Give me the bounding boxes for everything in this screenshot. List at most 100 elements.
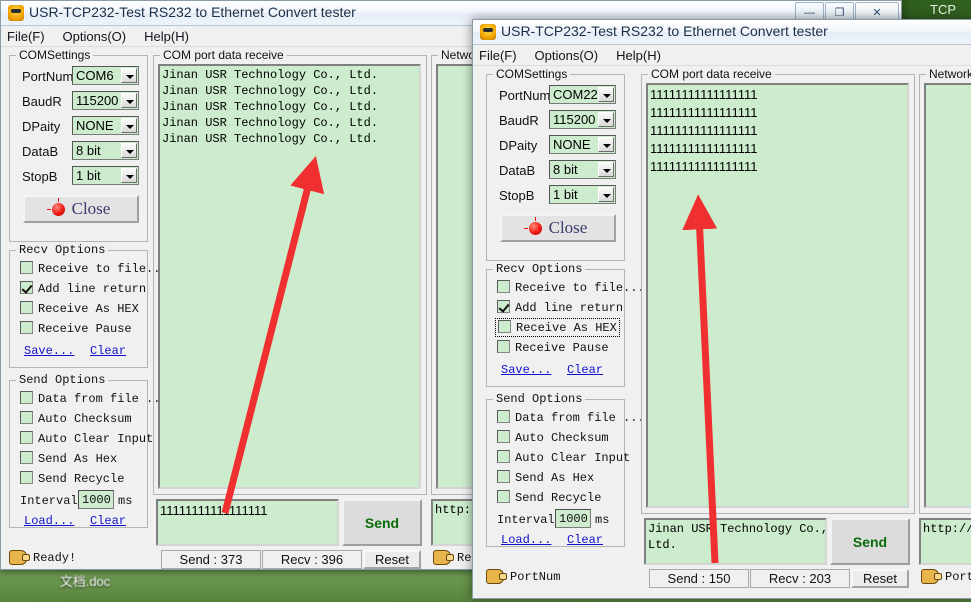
send-button-label: Send xyxy=(365,515,399,531)
checkbox-send-recycle[interactable]: Send Recycle xyxy=(497,490,601,505)
checkbox-label: Auto Clear Input xyxy=(38,432,153,446)
combo-datab[interactable]: 8 bit xyxy=(549,160,616,179)
link-send-load[interactable]: Load... xyxy=(501,533,551,547)
checkbox-add-line-return[interactable]: Add line return xyxy=(20,281,146,296)
combo-datab[interactable]: 8 bit xyxy=(72,141,139,160)
input-interval-value: 1000 xyxy=(82,493,111,507)
pointing-hand-icon xyxy=(9,550,27,565)
input-interval[interactable]: 1000 xyxy=(555,509,591,528)
combo-stopb[interactable]: 1 bit xyxy=(549,185,616,204)
menu-options[interactable]: Options(O) xyxy=(535,48,599,63)
checkbox-auto-checksum[interactable]: Auto Checksum xyxy=(497,430,609,445)
checkbox-receive-as-hex[interactable]: Receive As HEX xyxy=(497,320,618,335)
checkbox-data-from-file[interactable]: Data from file ... xyxy=(497,410,645,425)
label-interval-unit: ms xyxy=(118,494,132,508)
window-right-usr-tcp232-test[interactable]: USR-TCP232-Test RS232 to Ethernet Conver… xyxy=(472,19,971,599)
network-url-text: http://en xyxy=(923,521,971,537)
label-dpaity: DPaity xyxy=(499,138,537,153)
status-text-right-network: PortN xyxy=(945,570,971,584)
send-input-value: Jinan USR Technology Co., Ltd. xyxy=(648,521,823,553)
background-window-tab-tcp-label[interactable]: TCP xyxy=(930,2,956,17)
chevron-down-icon[interactable] xyxy=(121,143,137,158)
checkbox-label: Send Recycle xyxy=(515,491,601,505)
combo-stopb-value: 1 bit xyxy=(76,168,101,183)
open-close-port-button[interactable]: Close xyxy=(23,195,139,223)
label-interval: Interval xyxy=(497,513,555,527)
checkbox-box-icon xyxy=(498,320,511,333)
link-recv-clear[interactable]: Clear xyxy=(90,344,126,358)
checkbox-add-line-return[interactable]: Add line return xyxy=(497,300,623,315)
link-send-load[interactable]: Load... xyxy=(24,514,74,528)
send-button-left[interactable]: Send xyxy=(342,499,422,546)
chevron-down-icon[interactable] xyxy=(121,93,137,108)
label-baudr: BaudR xyxy=(22,94,62,109)
combo-baudr-value: 115200 xyxy=(553,112,595,127)
group-com-settings-left: COMSettings PortNum COM6 BaudR 115200 DP… xyxy=(9,55,148,242)
menu-file[interactable]: File(F) xyxy=(479,48,517,63)
counter-recv-right: Recv : 203 xyxy=(750,569,850,588)
combo-dpaity[interactable]: NONE xyxy=(72,116,139,135)
combo-portnum[interactable]: COM22 xyxy=(549,85,616,104)
network-send-input-right[interactable]: http://en xyxy=(919,518,971,565)
reset-button-left[interactable]: Reset xyxy=(363,550,421,569)
chevron-down-icon[interactable] xyxy=(598,112,614,127)
pointing-hand-icon xyxy=(433,550,451,565)
combo-baudr[interactable]: 115200 xyxy=(549,110,616,129)
chevron-down-icon[interactable] xyxy=(121,118,137,133)
label-stopb: StopB xyxy=(22,169,57,184)
checkbox-receive-as-hex[interactable]: Receive As HEX xyxy=(20,301,139,316)
link-recv-clear[interactable]: Clear xyxy=(567,363,603,377)
app-icon xyxy=(480,24,496,40)
group-send-options-right: Send Options Data from file ... Auto Che… xyxy=(486,399,625,547)
combo-stopb[interactable]: 1 bit xyxy=(72,166,139,185)
checkbox-receive-to-file[interactable]: Receive to file... xyxy=(20,261,168,276)
link-send-clear[interactable]: Clear xyxy=(90,514,126,528)
com-receive-text: Jinan USR Technology Co., Ltd. Jinan USR… xyxy=(162,67,417,147)
reset-button-right[interactable]: Reset xyxy=(851,569,909,588)
open-close-port-label: Close xyxy=(72,199,111,219)
input-interval[interactable]: 1000 xyxy=(78,490,114,509)
send-button-right[interactable]: Send xyxy=(830,518,910,565)
checkbox-auto-clear-input[interactable]: Auto Clear Input xyxy=(497,450,630,465)
menu-help[interactable]: Help(H) xyxy=(616,48,661,63)
chevron-down-icon[interactable] xyxy=(598,87,614,102)
menu-bar-right[interactable]: File(F) Options(O) Help(H) xyxy=(473,45,971,66)
com-receive-textarea[interactable]: Jinan USR Technology Co., Ltd. Jinan USR… xyxy=(158,64,421,489)
menu-file[interactable]: File(F) xyxy=(7,29,45,44)
link-send-clear[interactable]: Clear xyxy=(567,533,603,547)
combo-portnum[interactable]: COM6 xyxy=(72,66,139,85)
send-input-right[interactable]: Jinan USR Technology Co., Ltd. xyxy=(644,518,827,565)
checkbox-label: Receive to file... xyxy=(515,281,645,295)
chevron-down-icon[interactable] xyxy=(121,68,137,83)
open-close-port-button[interactable]: Close xyxy=(500,214,616,242)
checkbox-data-from-file[interactable]: Data from file ... xyxy=(20,391,168,406)
combo-baudr[interactable]: 115200 xyxy=(72,91,139,110)
combo-dpaity[interactable]: NONE xyxy=(549,135,616,154)
menu-options[interactable]: Options(O) xyxy=(63,29,127,44)
checkbox-receive-to-file[interactable]: Receive to file... xyxy=(497,280,645,295)
send-input-left[interactable]: 11111111111111111 xyxy=(156,499,339,546)
chevron-down-icon[interactable] xyxy=(598,137,614,152)
link-recv-save[interactable]: Save... xyxy=(501,363,551,377)
checkbox-label: Receive As HEX xyxy=(516,321,617,335)
checkbox-auto-clear-input[interactable]: Auto Clear Input xyxy=(20,431,153,446)
checkbox-receive-pause[interactable]: Receive Pause xyxy=(497,340,609,355)
checkbox-auto-checksum[interactable]: Auto Checksum xyxy=(20,411,132,426)
chevron-down-icon[interactable] xyxy=(598,187,614,202)
link-recv-save[interactable]: Save... xyxy=(24,344,74,358)
checkbox-label: Auto Checksum xyxy=(38,412,132,426)
network-receive-textarea[interactable] xyxy=(924,83,971,508)
checkbox-send-as-hex[interactable]: Send As Hex xyxy=(20,451,117,466)
checkbox-label: Receive As HEX xyxy=(38,302,139,316)
menu-help[interactable]: Help(H) xyxy=(144,29,189,44)
title-bar-right[interactable]: USR-TCP232-Test RS232 to Ethernet Conver… xyxy=(473,20,971,45)
label-datab: DataB xyxy=(499,163,535,178)
status-text-right: PortNum xyxy=(510,570,560,584)
checkbox-box-icon xyxy=(497,470,510,483)
com-receive-textarea[interactable]: 11111111111111111 11111111111111111 1111… xyxy=(646,83,909,508)
checkbox-send-recycle[interactable]: Send Recycle xyxy=(20,471,124,486)
checkbox-receive-pause[interactable]: Receive Pause xyxy=(20,321,132,336)
checkbox-send-as-hex[interactable]: Send As Hex xyxy=(497,470,594,485)
chevron-down-icon[interactable] xyxy=(121,168,137,183)
chevron-down-icon[interactable] xyxy=(598,162,614,177)
